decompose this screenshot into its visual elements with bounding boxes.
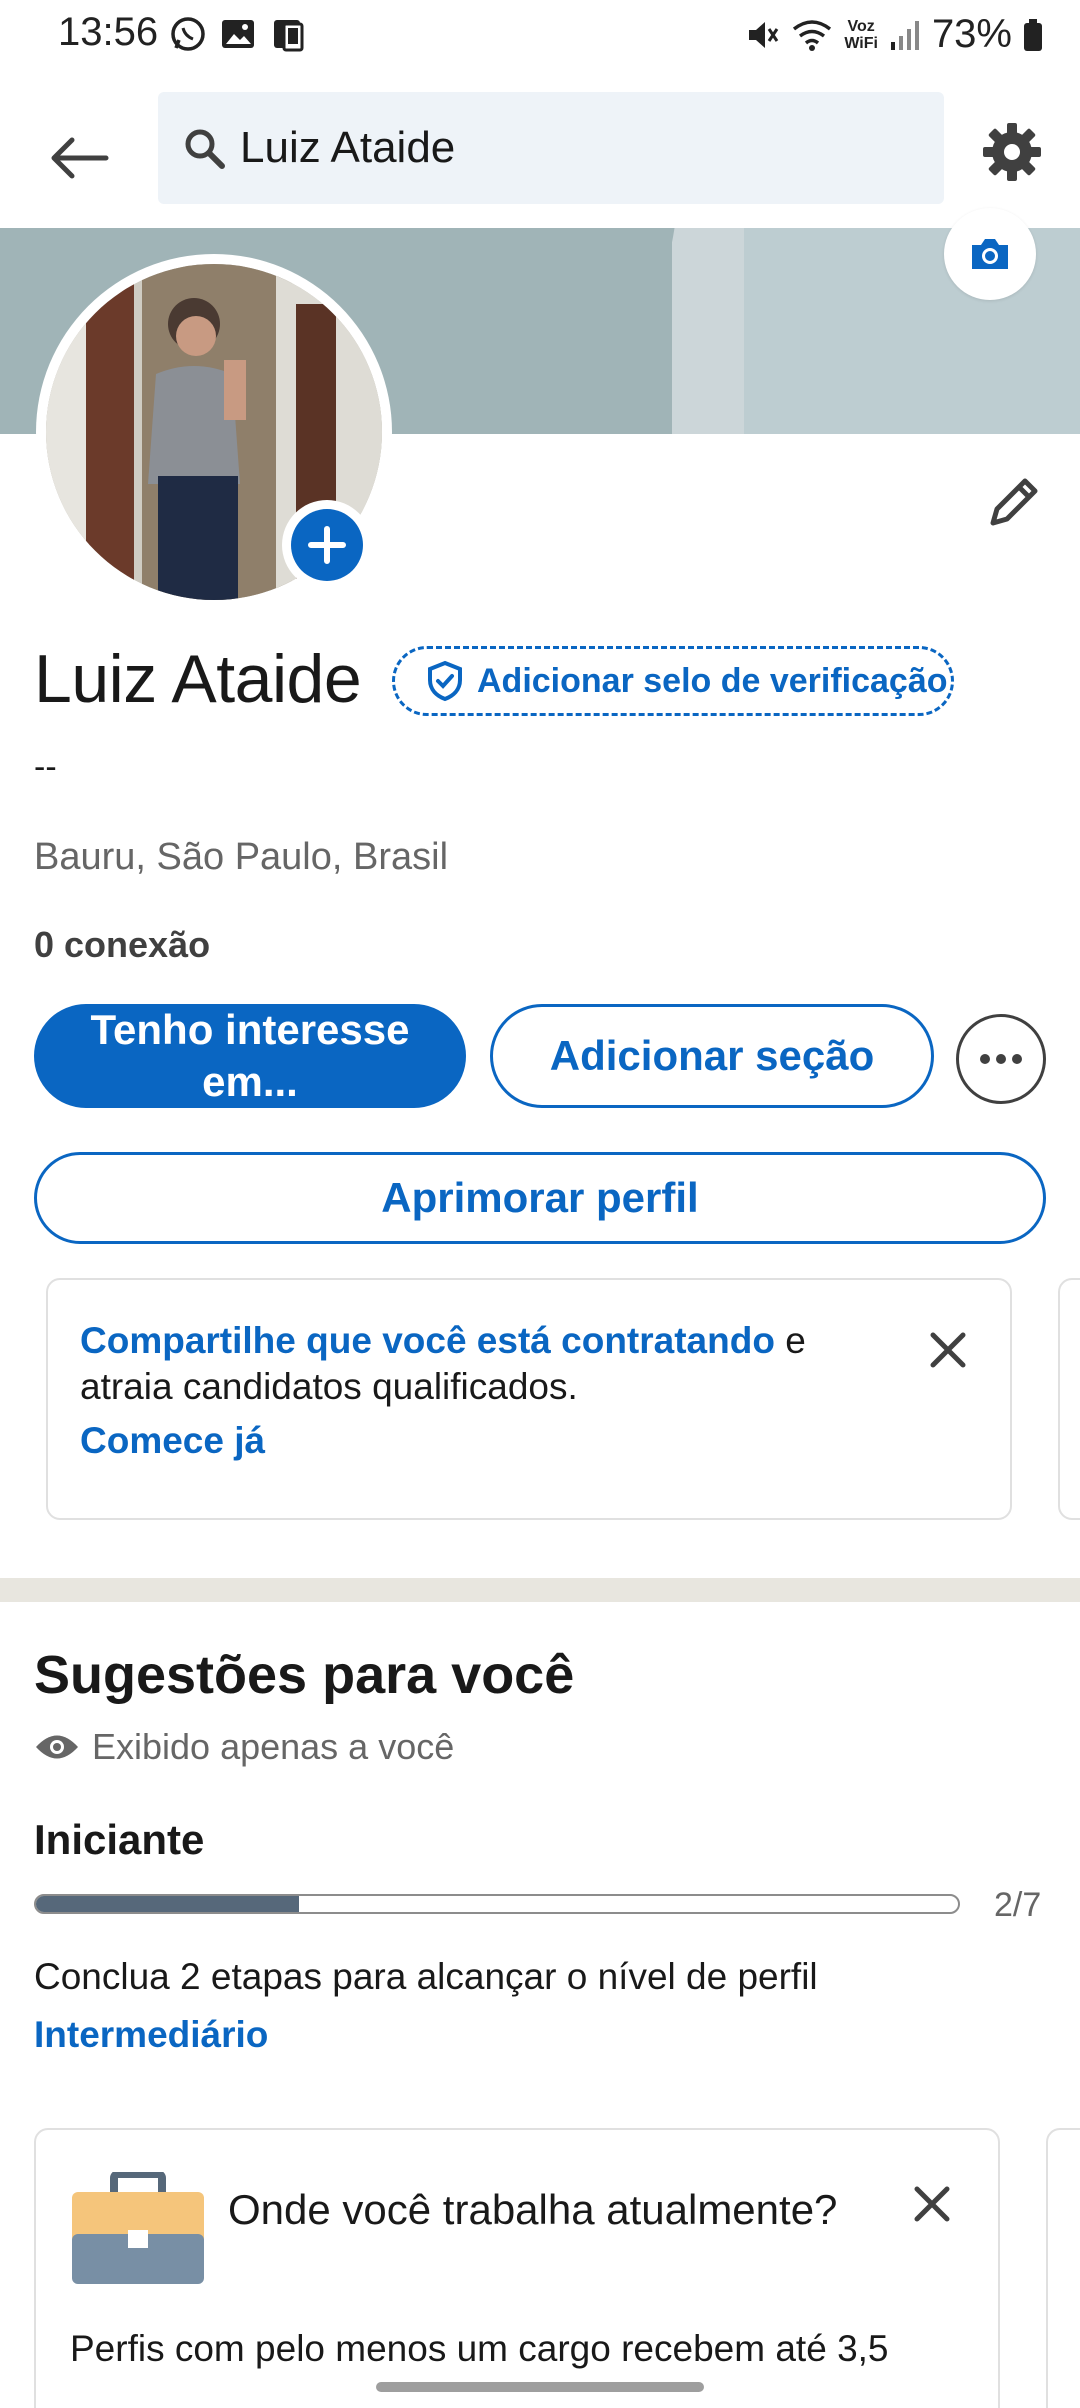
- profile-progress-bar: [34, 1894, 960, 1914]
- dismiss-job-button[interactable]: [902, 2174, 962, 2234]
- voz-text: Voz: [847, 17, 875, 35]
- voz-wifi-label: Voz WiFi: [844, 18, 878, 52]
- level-description: Conclua 2 etapas para alcançar o nível d…: [34, 1956, 818, 1997]
- close-icon: [930, 1332, 966, 1368]
- eye-icon: [36, 1735, 78, 1759]
- connections-count[interactable]: 0 conexão: [34, 924, 210, 966]
- shield-check-icon: [428, 660, 462, 702]
- job-card-description: Perfis com pelo menos um cargo recebem a…: [70, 2328, 889, 2369]
- more-actions-button[interactable]: [956, 1014, 1046, 1104]
- system-icons: Voz WiFi 73%: [744, 12, 1044, 57]
- dismiss-hiring-button[interactable]: [918, 1320, 978, 1380]
- more-icon: [980, 1054, 1022, 1064]
- next-suggestion-peek[interactable]: [1046, 2128, 1080, 2408]
- plus-icon: [308, 526, 346, 564]
- add-photo-button[interactable]: [282, 500, 372, 590]
- back-arrow-icon: [51, 137, 109, 179]
- whatsapp-icon: [171, 17, 205, 51]
- section-divider: [0, 1578, 1080, 1602]
- add-section-button[interactable]: Adicionar seção: [490, 1004, 934, 1108]
- improve-profile-button[interactable]: Aprimorar perfil: [34, 1152, 1046, 1244]
- search-value: Luiz Ataide: [240, 123, 456, 172]
- open-to-button[interactable]: Tenho interesse em...: [34, 1004, 466, 1108]
- camera-icon: [972, 239, 1008, 269]
- home-indicator[interactable]: [376, 2382, 704, 2392]
- suggestions-title: Sugestões para você: [34, 1645, 575, 1705]
- hiring-highlight-link[interactable]: Compartilhe que você está contratando: [80, 1320, 775, 1361]
- briefcase-icon: [72, 2172, 204, 2284]
- gear-icon: [983, 123, 1041, 181]
- profile-name: Luiz Ataide: [34, 641, 362, 717]
- next-card-peek[interactable]: [1058, 1278, 1080, 1520]
- wifi-icon: [793, 19, 832, 51]
- private-note-text: Exibido apenas a você: [92, 1726, 455, 1767]
- private-note: Exibido apenas a você: [34, 1726, 454, 1768]
- gallery-icon: [222, 20, 254, 48]
- verify-label: Adicionar selo de verificação: [477, 661, 948, 700]
- job-card-title: Onde você trabalha atualmente?: [228, 2186, 838, 2233]
- battery-icon: [1024, 18, 1042, 51]
- profile-headline: --: [34, 748, 57, 786]
- hiring-message: Compartilhe que você está contratando e …: [80, 1318, 860, 1410]
- add-verification-button[interactable]: Adicionar selo de verificação: [392, 646, 954, 716]
- pencil-icon: [990, 478, 1038, 526]
- edit-profile-button[interactable]: [974, 462, 1054, 542]
- current-job-card[interactable]: Onde você trabalha atualmente? Perfis co…: [34, 2128, 1000, 2408]
- progress-fill: [36, 1896, 300, 1912]
- signal-icon: [890, 20, 919, 50]
- search-input[interactable]: Luiz Ataide: [158, 92, 944, 204]
- mute-icon: [749, 21, 779, 48]
- progress-count: 2/7: [994, 1886, 1042, 1924]
- search-icon: [185, 129, 225, 169]
- hiring-card: Compartilhe que você está contratando e …: [46, 1278, 1012, 1520]
- notification-icons: [168, 14, 308, 54]
- top-bar: Luiz Ataide: [0, 72, 1080, 228]
- phone-sync-icon: [274, 20, 304, 52]
- battery-percent: 73%: [931, 12, 1012, 56]
- settings-button[interactable]: [972, 112, 1052, 192]
- edit-cover-button[interactable]: [944, 208, 1036, 300]
- close-icon: [914, 2186, 950, 2222]
- wifi-text: WiFi: [844, 34, 878, 52]
- profile-location: Bauru, São Paulo, Brasil: [34, 836, 449, 878]
- next-level-link[interactable]: Intermediário: [34, 2014, 268, 2056]
- status-time: 13:56: [58, 10, 159, 54]
- back-button[interactable]: [36, 116, 120, 200]
- hiring-cta-link[interactable]: Comece já: [80, 1420, 265, 1462]
- profile-level: Iniciante: [34, 1816, 205, 1863]
- add-photo-circle: [291, 509, 363, 581]
- status-bar: 13:56 Voz WiFi 73%: [0, 0, 1080, 72]
- cover-band-light: [672, 228, 744, 434]
